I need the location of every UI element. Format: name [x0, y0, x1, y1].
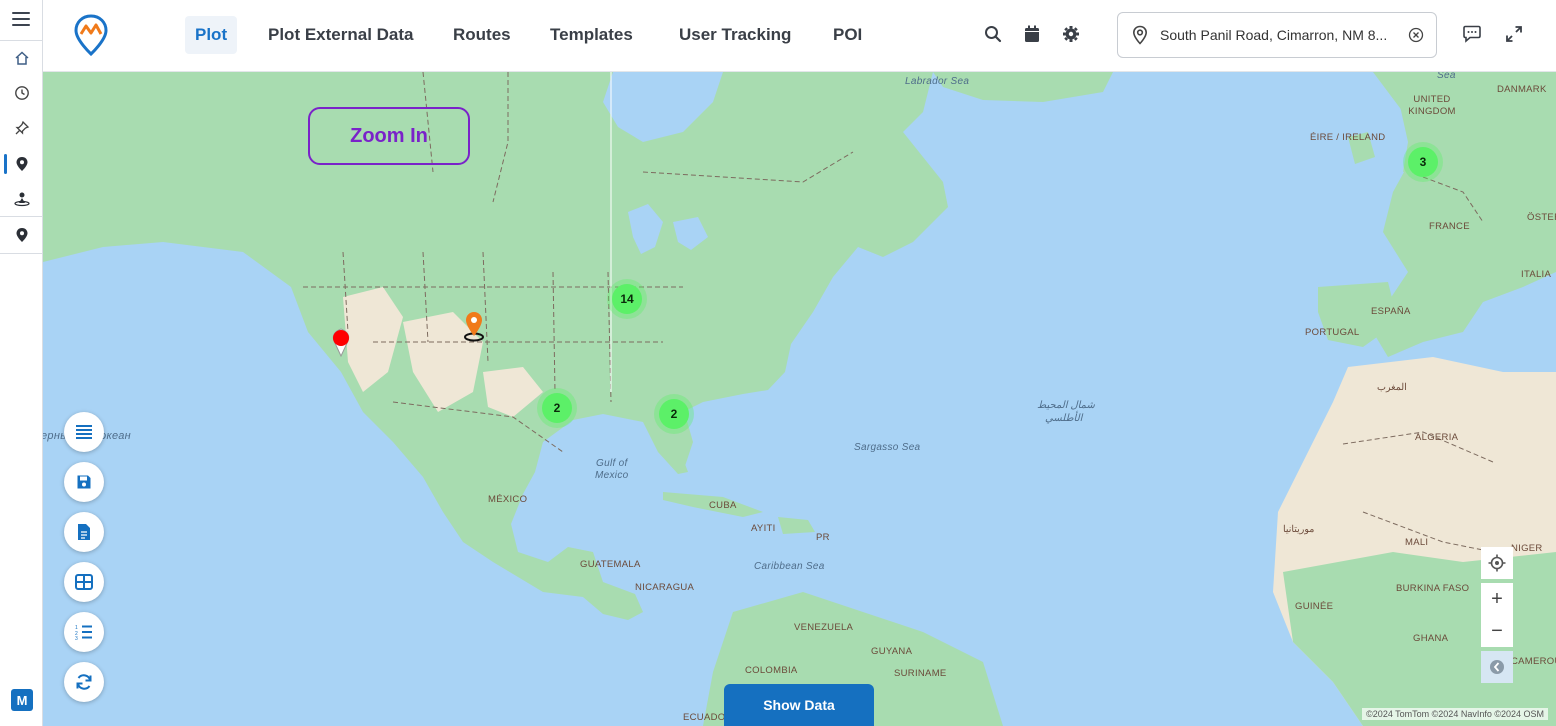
zoom-out-button[interactable]: − — [1481, 615, 1513, 647]
rail-divider — [0, 216, 43, 217]
save-icon — [77, 475, 91, 489]
map-label: ALGERIA — [1415, 432, 1459, 443]
location-search[interactable] — [1117, 12, 1437, 58]
refresh-button[interactable] — [64, 662, 104, 702]
numbered-list-button[interactable]: 123 — [64, 612, 104, 652]
tab-user-tracking[interactable]: User Tracking — [669, 16, 801, 54]
refresh-icon — [76, 674, 92, 690]
tab-plot-external-data[interactable]: Plot External Data — [258, 16, 424, 54]
map-label: MÉXICO — [488, 494, 528, 505]
svg-text:3: 3 — [75, 636, 78, 640]
location-icon[interactable] — [0, 147, 43, 181]
tab-plot[interactable]: Plot — [185, 16, 238, 54]
map-label: ESPAÑA — [1371, 306, 1411, 317]
map-cluster[interactable]: 2 — [659, 399, 689, 429]
map-label: الأطلسي — [1045, 413, 1083, 424]
list-button[interactable] — [64, 412, 104, 452]
expand-icon[interactable] — [1502, 22, 1526, 46]
zoom-in-annotation: Zoom In — [308, 107, 470, 165]
map-cluster[interactable]: 3 — [1408, 147, 1438, 177]
settings-icon[interactable] — [1059, 22, 1083, 46]
hamburger-menu-icon[interactable] — [10, 10, 32, 28]
map-label: PR — [816, 532, 830, 543]
rail-divider — [0, 253, 43, 254]
map-label: Caribbean Sea — [754, 561, 825, 572]
map-label: CAMEROUN — [1511, 656, 1556, 667]
map-label: Gulf of — [596, 458, 628, 469]
tab-templates[interactable]: Templates — [540, 16, 643, 54]
map-label: موريتانيا — [1283, 524, 1315, 535]
top-header: Plot Plot External Data Routes Templates… — [43, 0, 1556, 72]
show-data-button[interactable]: Show Data — [724, 684, 874, 726]
grid-icon — [75, 574, 93, 590]
app-logo[interactable] — [73, 14, 109, 56]
map-cluster[interactable]: 14 — [612, 284, 642, 314]
compass-icon — [1490, 660, 1504, 674]
tab-routes[interactable]: Routes — [443, 16, 521, 54]
map-label: GUYANA — [871, 646, 913, 657]
map-label: AYITI — [751, 523, 776, 534]
location-search-input[interactable] — [1160, 27, 1400, 43]
map-view[interactable]: Labrador Sea Sea UNITED KINGDOM ÉIRE / I… — [43, 72, 1556, 726]
location-pin-icon — [1132, 25, 1154, 45]
locate-button[interactable] — [1481, 547, 1513, 579]
map-label: شمال المحيط — [1037, 400, 1095, 411]
user-avatar[interactable]: M — [11, 689, 33, 711]
map-label: GUATEMALA — [580, 559, 641, 570]
map-cluster[interactable]: 2 — [542, 393, 572, 423]
map-label: ÉIRE / IRELAND — [1310, 132, 1386, 143]
pin-icon[interactable] — [0, 111, 43, 145]
map-marker-red-icon[interactable] — [330, 327, 352, 357]
map-label: UNITED KINGDOM — [1408, 94, 1456, 117]
document-button[interactable] — [64, 512, 104, 552]
map-label: MALI — [1405, 537, 1429, 548]
map-attribution: ©2024 TomTom ©2024 NavInfo ©2024 OSM — [1362, 708, 1548, 720]
chat-icon[interactable] — [1460, 22, 1484, 46]
left-rail: M — [0, 0, 43, 726]
home-icon[interactable] — [0, 41, 43, 75]
compass-button[interactable] — [1481, 651, 1513, 683]
map-label: GUINÉE — [1295, 601, 1334, 612]
map-label: Labrador Sea — [905, 76, 970, 87]
map-label: BURKINA FASO — [1396, 583, 1470, 594]
location-icon[interactable] — [0, 218, 43, 252]
map-label: ITALIA — [1521, 269, 1552, 280]
map-label: Mexico — [595, 470, 629, 481]
map-label: NIGER — [1511, 543, 1543, 554]
numbered-list-icon: 123 — [75, 625, 92, 640]
locate-icon — [1488, 554, 1506, 572]
tab-poi[interactable]: POI — [823, 16, 872, 54]
map-label: المغرب — [1377, 382, 1407, 393]
map-label: GHANA — [1413, 633, 1449, 644]
map-label: Sea — [1437, 72, 1456, 81]
search-icon[interactable] — [981, 22, 1005, 46]
map-marker-orange-icon[interactable] — [462, 310, 486, 342]
map-label: PORTUGAL — [1305, 327, 1360, 338]
map-label: CUBA — [709, 500, 737, 511]
map-label: COLOMBIA — [745, 665, 798, 676]
map-label: DANMARK — [1497, 84, 1547, 95]
save-button[interactable] — [64, 462, 104, 502]
history-icon[interactable] — [0, 76, 43, 110]
map-label: FRANCE — [1429, 221, 1470, 232]
user-tracking-icon[interactable] — [0, 182, 43, 216]
list-icon — [76, 425, 92, 439]
zoom-in-button[interactable]: + — [1481, 583, 1513, 615]
map-label: SURINAME — [894, 668, 947, 679]
map-label: NICARAGUA — [635, 582, 695, 593]
document-icon — [78, 524, 90, 540]
map-label: VENEZUELA — [794, 622, 854, 633]
app-root: M Plot Plot External Data Routes Templat… — [0, 0, 1556, 726]
clear-icon[interactable] — [1408, 27, 1424, 43]
grid-button[interactable] — [64, 562, 104, 602]
map-label: Sargasso Sea — [854, 442, 921, 453]
calendar-icon[interactable] — [1020, 22, 1044, 46]
map-label: ÖSTER — [1527, 212, 1556, 223]
